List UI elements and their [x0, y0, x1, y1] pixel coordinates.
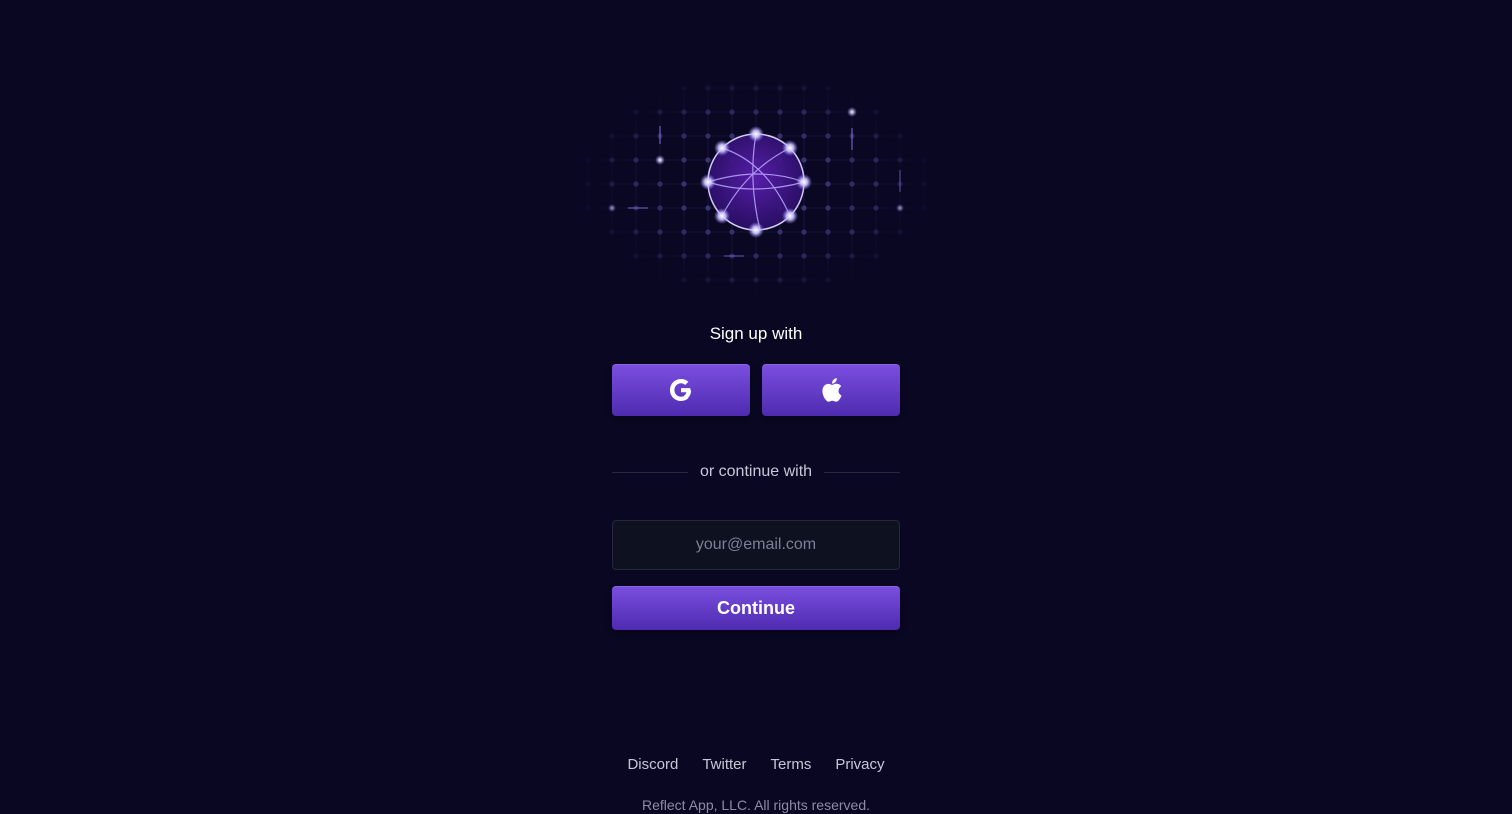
divider-text: or continue with: [699, 463, 813, 480]
continue-button[interactable]: Continue: [612, 586, 900, 630]
google-signup-button[interactable]: [612, 364, 750, 416]
divider-line-right: [824, 471, 900, 473]
footer-link-privacy[interactable]: Privacy: [835, 756, 884, 773]
signup-page: Sign up with or continue with Continue D…: [0, 0, 1512, 814]
footer-link-terms[interactable]: Terms: [771, 756, 812, 773]
divider-line-left: [612, 471, 688, 473]
email-input[interactable]: [612, 520, 900, 570]
google-icon: [670, 379, 692, 401]
signup-title: Sign up with: [709, 324, 803, 343]
apple-icon: [822, 378, 842, 402]
logo-graphic: [576, 70, 936, 300]
copyright-text: Reflect App, LLC. All rights reserved.: [642, 797, 870, 813]
apple-signup-button[interactable]: [762, 364, 900, 416]
network-logo-illustration: [576, 70, 936, 300]
footer-links: Discord Twitter Terms Privacy: [0, 756, 1512, 773]
footer-link-twitter[interactable]: Twitter: [702, 756, 746, 773]
footer-link-discord[interactable]: Discord: [627, 756, 678, 773]
social-login-row: [612, 364, 900, 416]
or-divider: or continue with: [612, 460, 900, 484]
orb: [700, 126, 812, 238]
